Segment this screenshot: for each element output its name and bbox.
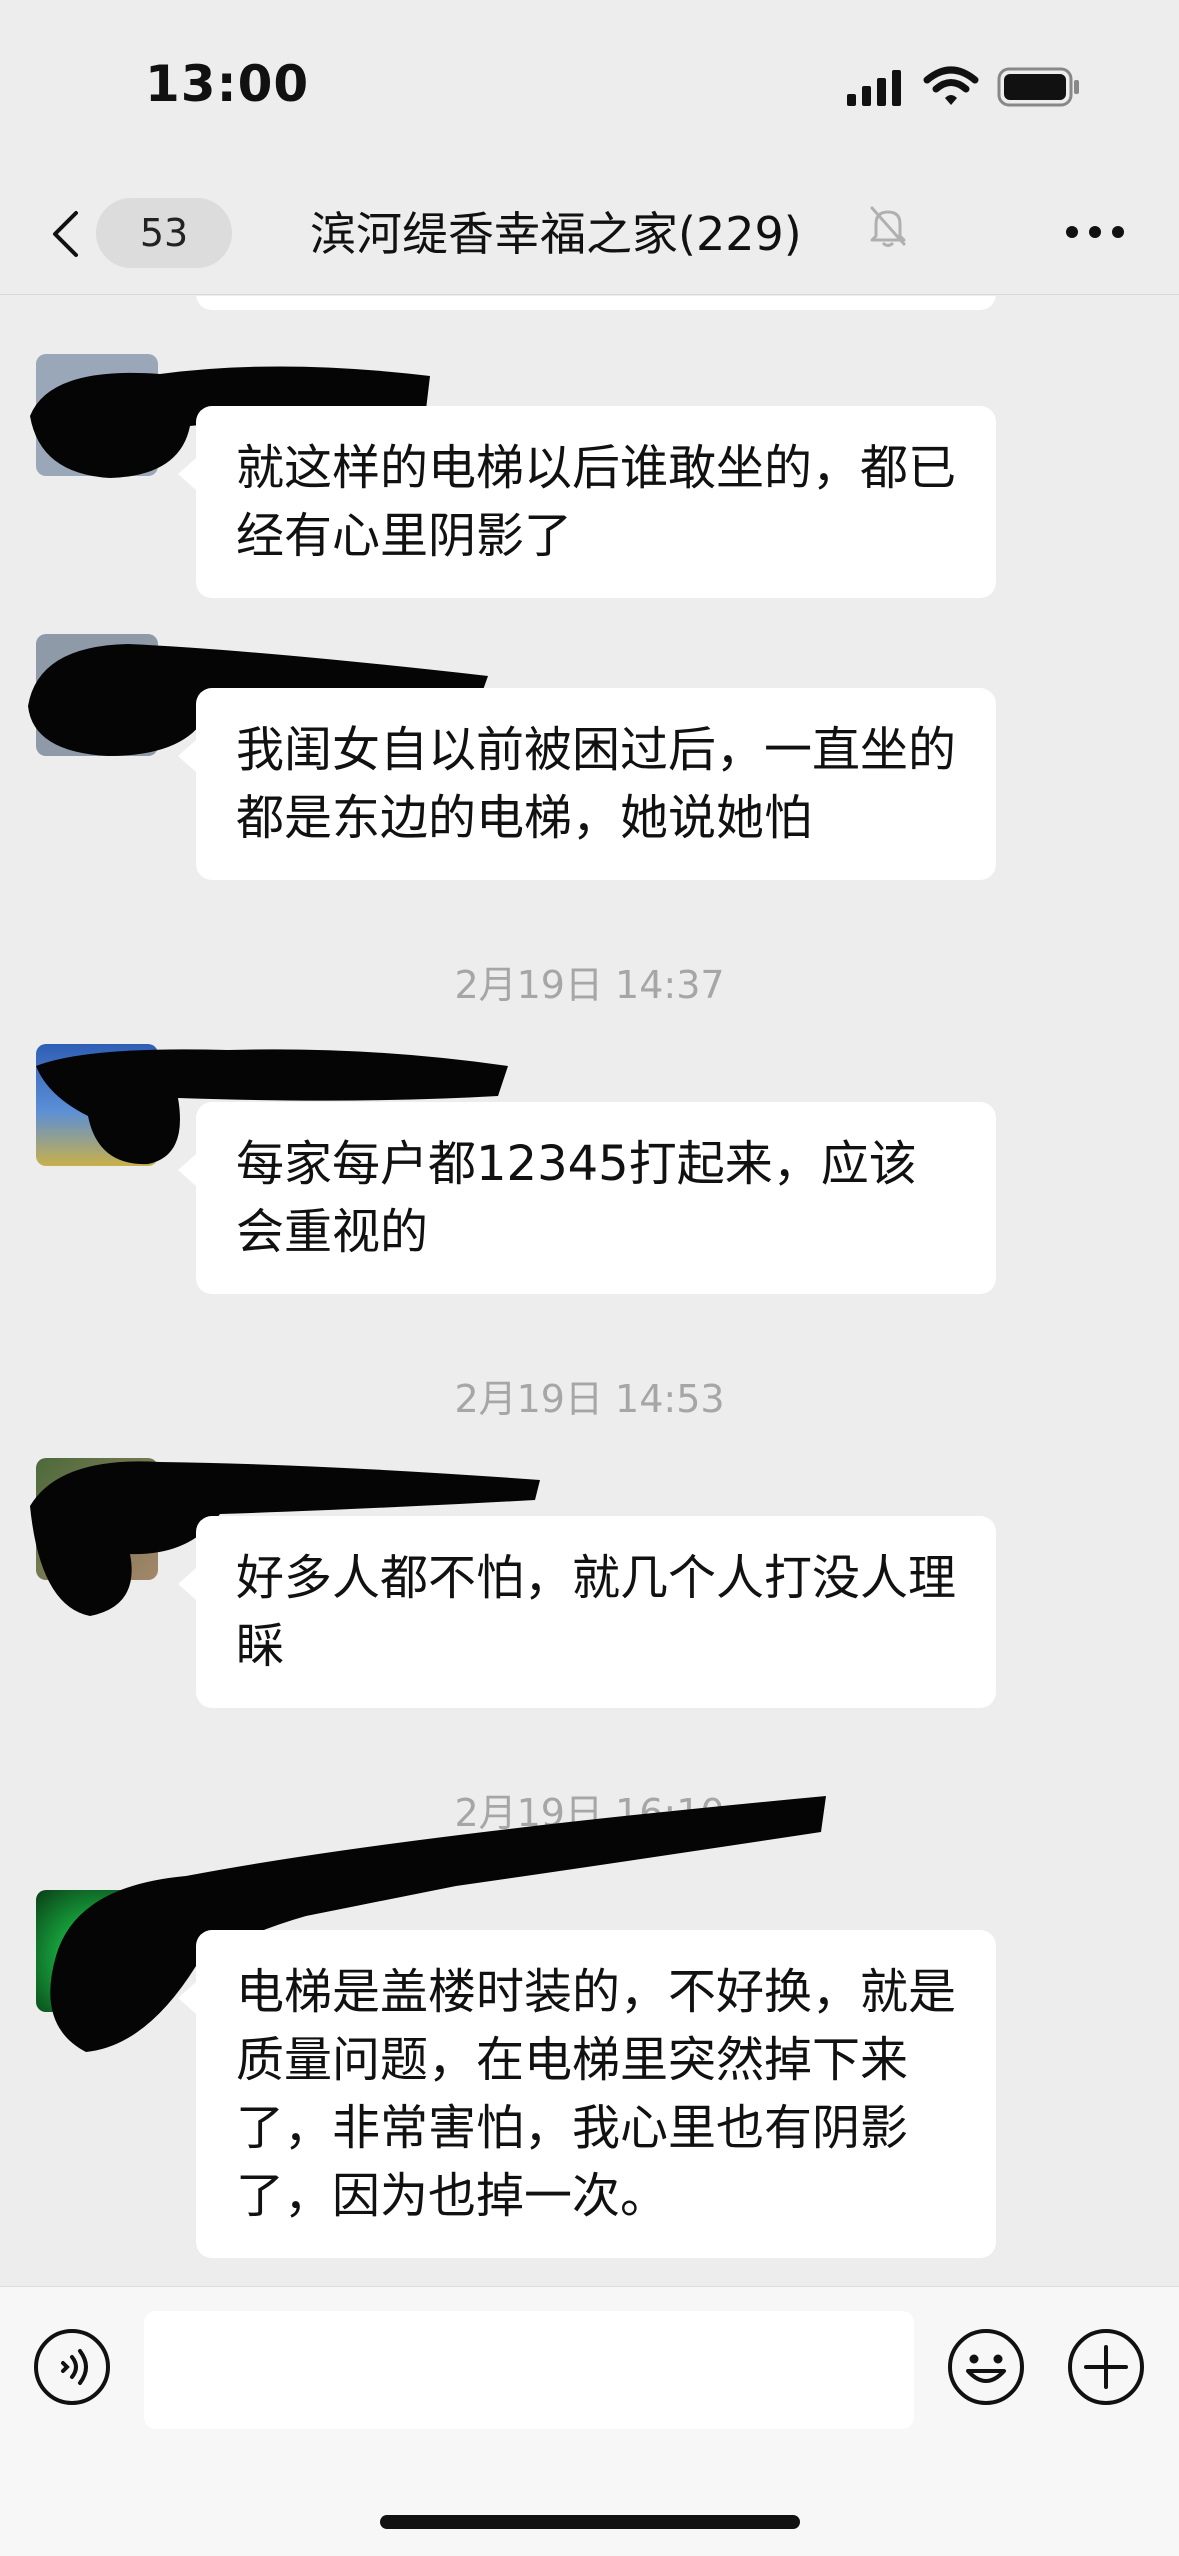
- message-bubble[interactable]: 就这样的电梯以后谁敢坐的，都已经有心里阴影了: [178, 406, 996, 598]
- avatar[interactable]: [36, 354, 158, 476]
- signal-icon: [847, 70, 901, 106]
- timestamp: 2月19日 14:53: [454, 1377, 725, 1421]
- chat-area[interactable]: 就这样的电梯以后谁敢坐的，都已经有心里阴影了 我闺女自以前被困过后，一直坐的都是…: [0, 296, 1179, 2286]
- more-dot: [1089, 226, 1101, 238]
- unread-badge: 53: [96, 198, 232, 268]
- page-title[interactable]: 滨河缇香幸福之家(229): [310, 196, 802, 272]
- avatar[interactable]: [36, 1044, 158, 1166]
- message-bubble[interactable]: 每家每户都12345打起来，应该会重视的: [178, 1102, 996, 1294]
- input-bar: [0, 2286, 1179, 2556]
- chat-screen: 13:00 53 滨河缇香幸福之家(229) 就这样的电梯以后谁敢坐的，都已经有…: [0, 0, 1179, 2556]
- message-text: 电梯是盖楼时装的，不好换，就是质量问题，在电梯里突然掉下来了，非常害怕，我心里也…: [236, 1964, 957, 2224]
- message-bubble[interactable]: 好多人都不怕，就几个人打没人理睬: [178, 1516, 996, 1708]
- avatar[interactable]: [36, 1890, 158, 2012]
- nav-bar: 53 滨河缇香幸福之家(229): [0, 170, 1179, 295]
- back-button[interactable]: 53: [40, 192, 232, 272]
- status-time: 13:00: [145, 55, 310, 113]
- message-text: 每家每户都12345打起来，应该会重视的: [236, 1136, 917, 1260]
- more-dot: [1066, 226, 1078, 238]
- home-indicator: [380, 2515, 800, 2529]
- status-bar: 13:00: [0, 0, 1179, 170]
- avatar[interactable]: [36, 1458, 158, 1580]
- message-input[interactable]: [144, 2311, 914, 2429]
- timestamp: 2月19日 14:37: [454, 963, 725, 1007]
- battery-icon: [997, 67, 1079, 107]
- message-bubble[interactable]: 电梯是盖楼时装的，不好换，就是质量问题，在电梯里突然掉下来了，非常害怕，我心里也…: [178, 1930, 996, 2258]
- avatar[interactable]: [36, 634, 158, 756]
- emoji-icon[interactable]: [946, 2327, 1026, 2407]
- more-dot: [1112, 226, 1124, 238]
- message-bubble-partial: [196, 296, 996, 310]
- plus-icon[interactable]: [1066, 2327, 1146, 2407]
- more-button[interactable]: [1060, 200, 1130, 260]
- timestamp: 2月19日 16:10: [454, 1791, 725, 1835]
- message-text: 好多人都不怕，就几个人打没人理睬: [236, 1550, 957, 1674]
- back-chevron-icon: [53, 211, 78, 257]
- message-text: 我闺女自以前被困过后，一直坐的都是东边的电梯，她说她怕: [236, 722, 957, 846]
- message-bubble[interactable]: 我闺女自以前被困过后，一直坐的都是东边的电梯，她说她怕: [178, 688, 996, 880]
- message-text: 就这样的电梯以后谁敢坐的，都已经有心里阴影了: [236, 440, 957, 564]
- mute-bell-icon: [870, 206, 906, 247]
- wifi-icon: [923, 66, 979, 105]
- voice-icon[interactable]: [32, 2327, 112, 2407]
